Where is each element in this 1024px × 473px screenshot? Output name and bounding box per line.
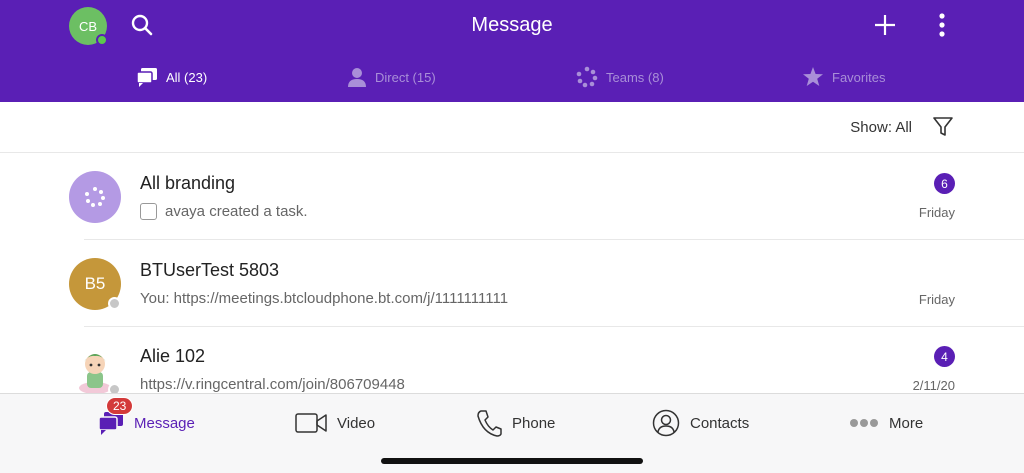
nav-message[interactable]: 23 Message (98, 397, 195, 438)
tab-all[interactable]: All (23) (136, 62, 207, 92)
nav-video-label: Video (337, 414, 376, 432)
presence-indicator (108, 297, 121, 310)
nav-contacts-label: Contacts (690, 414, 750, 432)
message-icon-wrap: 23 (98, 397, 134, 435)
unread-count-badge: 23 (106, 397, 134, 415)
team-dots-icon (576, 66, 598, 88)
ellipsis-icon (850, 419, 878, 427)
funnel-icon (933, 117, 953, 136)
nav-contacts[interactable]: Contacts (652, 408, 749, 438)
unread-badge: 6 (934, 173, 955, 194)
conversation-preview: avaya created a task. (140, 203, 308, 220)
conversation-date: Friday (918, 292, 955, 307)
conversation-tabs: All (23) Direct (15) Teams (8) Favorites (0, 62, 1024, 92)
task-checkbox-icon (140, 203, 157, 220)
conversation-preview-text: https://v.ringcentral.com/join/806709448 (140, 376, 405, 393)
team-icon (85, 187, 105, 207)
nav-video[interactable]: Video (295, 408, 375, 438)
tab-direct-label: Direct (15) (375, 69, 436, 85)
overflow-menu-button[interactable] (930, 11, 954, 39)
nav-more[interactable]: More (849, 408, 923, 438)
presence-indicator (108, 383, 121, 393)
conversation-date: Friday (918, 205, 955, 220)
nav-more-label: More (889, 414, 924, 432)
filter-button[interactable] (932, 116, 956, 140)
conversation-name: BTUserTest 5803 (140, 260, 280, 280)
new-conversation-button[interactable] (871, 11, 899, 39)
nav-phone[interactable]: Phone (476, 408, 555, 438)
list-item[interactable]: All branding avaya created a task. 6 Fri… (0, 153, 1024, 240)
conversation-preview-text: You: https://meetings.btcloudphone.bt.co… (140, 290, 509, 307)
filter-bar: Show: All (0, 102, 1024, 153)
nav-phone-label: Phone (512, 414, 556, 432)
tab-direct[interactable]: Direct (15) (347, 62, 436, 92)
phone-icon (477, 410, 502, 437)
star-icon (803, 67, 823, 86)
conversation-preview: You: https://meetings.btcloudphone.bt.co… (140, 290, 508, 307)
tab-all-label: All (23) (166, 69, 208, 85)
team-avatar (69, 171, 121, 223)
plus-icon (875, 15, 895, 35)
conversation-preview-text: avaya created a task. (165, 203, 308, 220)
person-icon (348, 68, 366, 87)
conversation-list: All branding avaya created a task. 6 Fri… (0, 153, 1024, 393)
unread-badge: 4 (934, 346, 955, 367)
nav-message-label: Message (134, 414, 195, 432)
app-header: CB Message All (23) Direct (15) Teams (8… (0, 0, 1024, 102)
conversation-name: All branding (140, 173, 236, 193)
tab-favorites[interactable]: Favorites (802, 62, 885, 92)
contact-avatar-initials: B5 (84, 274, 106, 293)
chat-bubbles-icon (136, 68, 157, 87)
contact-icon (652, 409, 680, 437)
video-camera-icon (295, 413, 327, 433)
list-item[interactable]: Alie 102 https://v.ringcentral.com/join/… (0, 326, 1024, 393)
list-item[interactable]: B5 BTUserTest 5803 You: https://meetings… (0, 240, 1024, 327)
home-indicator[interactable] (381, 458, 643, 464)
contact-avatar (69, 344, 121, 393)
conversation-date: 2/11/20 (912, 378, 955, 393)
conversation-preview: https://v.ringcentral.com/join/806709448 (140, 376, 405, 393)
tab-teams[interactable]: Teams (8) (576, 62, 664, 92)
conversation-name: Alie 102 (140, 346, 206, 366)
tab-teams-label: Teams (8) (606, 69, 664, 85)
contact-avatar: B5 (69, 258, 121, 310)
vertical-ellipsis-icon (939, 13, 945, 37)
tab-favorites-label: Favorites (832, 69, 886, 85)
show-filter-label[interactable]: Show: All (850, 119, 912, 136)
